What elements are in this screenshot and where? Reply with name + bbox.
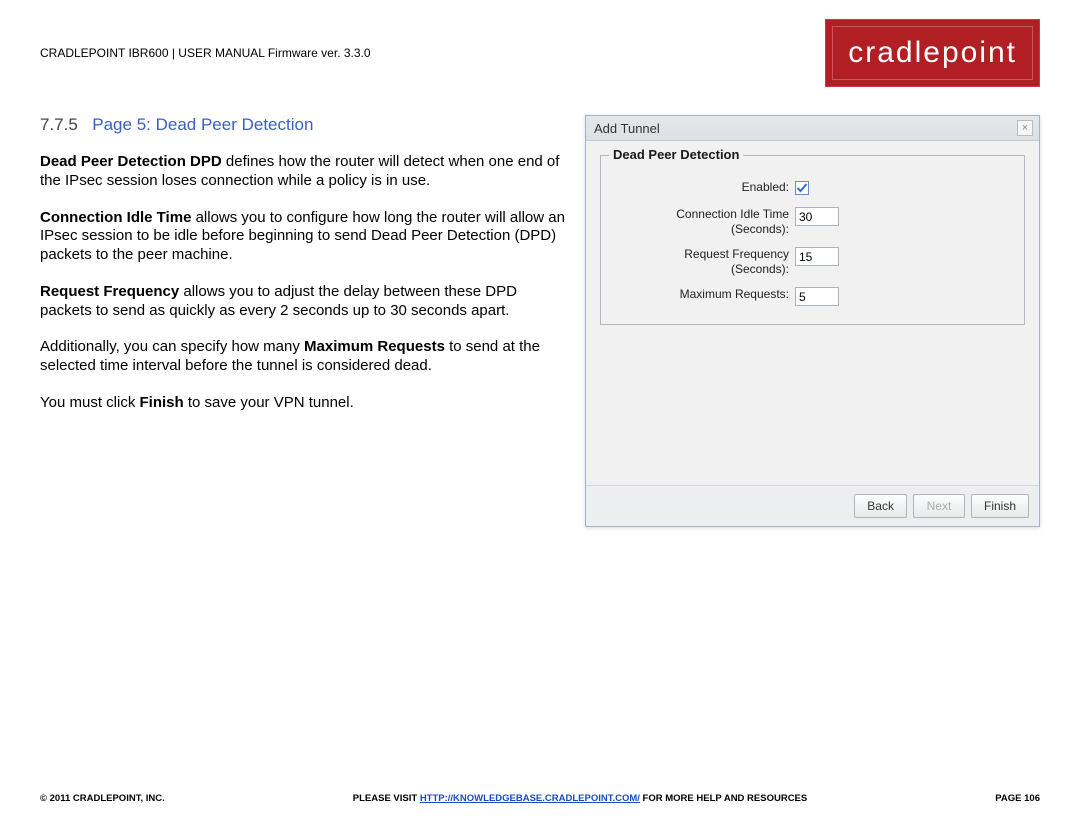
term-freq: Request Frequency	[40, 283, 179, 300]
paragraph-idle: Connection Idle Time allows you to confi…	[40, 209, 565, 265]
paragraph-finish: You must click Finish to save your VPN t…	[40, 394, 565, 413]
section-number: 7.7.5	[40, 115, 78, 134]
enabled-label: Enabled:	[615, 180, 795, 195]
next-button[interactable]: Next	[913, 494, 965, 518]
term-max: Maximum Requests	[304, 338, 445, 355]
fieldset-title: Dead Peer Detection	[609, 147, 743, 162]
enabled-checkbox[interactable]	[795, 181, 809, 195]
dialog-footer: Back Next Finish	[586, 485, 1039, 526]
footer-left: © 2011 CRADLEPOINT, INC.	[40, 793, 165, 804]
paragraph-max: Additionally, you can specify how many M…	[40, 338, 565, 376]
body-text: 7.7.5 Page 5: Dead Peer Detection Dead P…	[40, 115, 575, 527]
page-header: CRADLEPOINT IBR600 | USER MANUAL Firmwar…	[40, 0, 1040, 85]
back-button[interactable]: Back	[854, 494, 907, 518]
term-finish: Finish	[140, 394, 184, 411]
footer-right: PAGE 106	[995, 793, 1040, 804]
paragraph-dpd: Dead Peer Detection DPD defines how the …	[40, 153, 565, 191]
max-input[interactable]	[795, 287, 839, 306]
finish-button[interactable]: Finish	[971, 494, 1029, 518]
check-icon	[796, 182, 808, 194]
term-idle: Connection Idle Time	[40, 209, 191, 226]
add-tunnel-dialog: Add Tunnel × Dead Peer Detection Enabled…	[585, 115, 1040, 527]
dialog-body: Dead Peer Detection Enabled: Connection …	[586, 141, 1039, 485]
row-enabled: Enabled:	[615, 180, 1010, 197]
section-title: Page 5: Dead Peer Detection	[92, 115, 313, 134]
row-max: Maximum Requests:	[615, 287, 1010, 306]
close-icon[interactable]: ×	[1017, 120, 1033, 136]
freq-label: Request Frequency (Seconds):	[615, 247, 795, 277]
freq-input[interactable]	[795, 247, 839, 266]
term-dpd: Dead Peer Detection DPD	[40, 153, 222, 170]
row-freq: Request Frequency (Seconds):	[615, 247, 1010, 277]
max-label: Maximum Requests:	[615, 287, 795, 302]
doc-title: CRADLEPOINT IBR600 | USER MANUAL Firmwar…	[40, 46, 371, 60]
footer-center: PLEASE VISIT HTTP://KNOWLEDGEBASE.CRADLE…	[165, 793, 996, 804]
page-footer: © 2011 CRADLEPOINT, INC. PLEASE VISIT HT…	[40, 793, 1040, 804]
logo-text: cradlepoint	[848, 36, 1017, 69]
kb-link[interactable]: HTTP://KNOWLEDGEBASE.CRADLEPOINT.COM/	[420, 793, 640, 804]
dpd-fieldset: Dead Peer Detection Enabled: Connection …	[600, 155, 1025, 325]
idle-input[interactable]	[795, 207, 839, 226]
section-heading: 7.7.5 Page 5: Dead Peer Detection	[40, 115, 565, 135]
dialog-title-text: Add Tunnel	[594, 121, 660, 136]
paragraph-freq: Request Frequency allows you to adjust t…	[40, 283, 565, 321]
dialog-titlebar: Add Tunnel ×	[586, 116, 1039, 141]
logo: cradlepoint	[825, 19, 1040, 87]
row-idle: Connection Idle Time (Seconds):	[615, 207, 1010, 237]
idle-label: Connection Idle Time (Seconds):	[615, 207, 795, 237]
